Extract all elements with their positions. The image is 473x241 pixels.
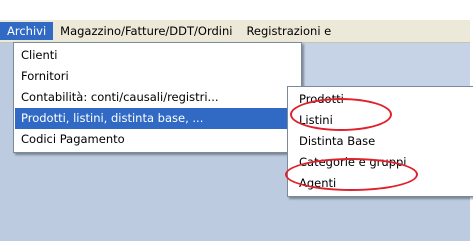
menu-item-fornitori[interactable]: Fornitori: [15, 66, 300, 87]
menu-item-clienti[interactable]: Clienti: [15, 45, 300, 66]
menu-item-contabilita[interactable]: Contabilità: conti/causali/registri...: [15, 87, 300, 108]
menu-item-codici-pagamento[interactable]: Codici Pagamento: [15, 129, 300, 150]
highlight-ellipse-prodotti: [290, 98, 392, 131]
submenu-item-distinta-base[interactable]: Distinta Base: [289, 131, 472, 152]
menu-item-prodotti-listini[interactable]: Prodotti, listini, distinta base, ...: [15, 108, 300, 129]
menu-bar: Archivi Magazzino/Fatture/DDT/Ordini Reg…: [0, 20, 470, 43]
menu-archivi[interactable]: Archivi: [0, 22, 54, 40]
highlight-ellipse-distinta-base: [285, 158, 418, 191]
menu-registrazioni[interactable]: Registrazioni e: [239, 22, 338, 40]
archivi-dropdown: Clienti Fornitori Contabilità: conti/cau…: [13, 42, 302, 153]
menu-magazzino[interactable]: Magazzino/Fatture/DDT/Ordini: [53, 22, 239, 40]
